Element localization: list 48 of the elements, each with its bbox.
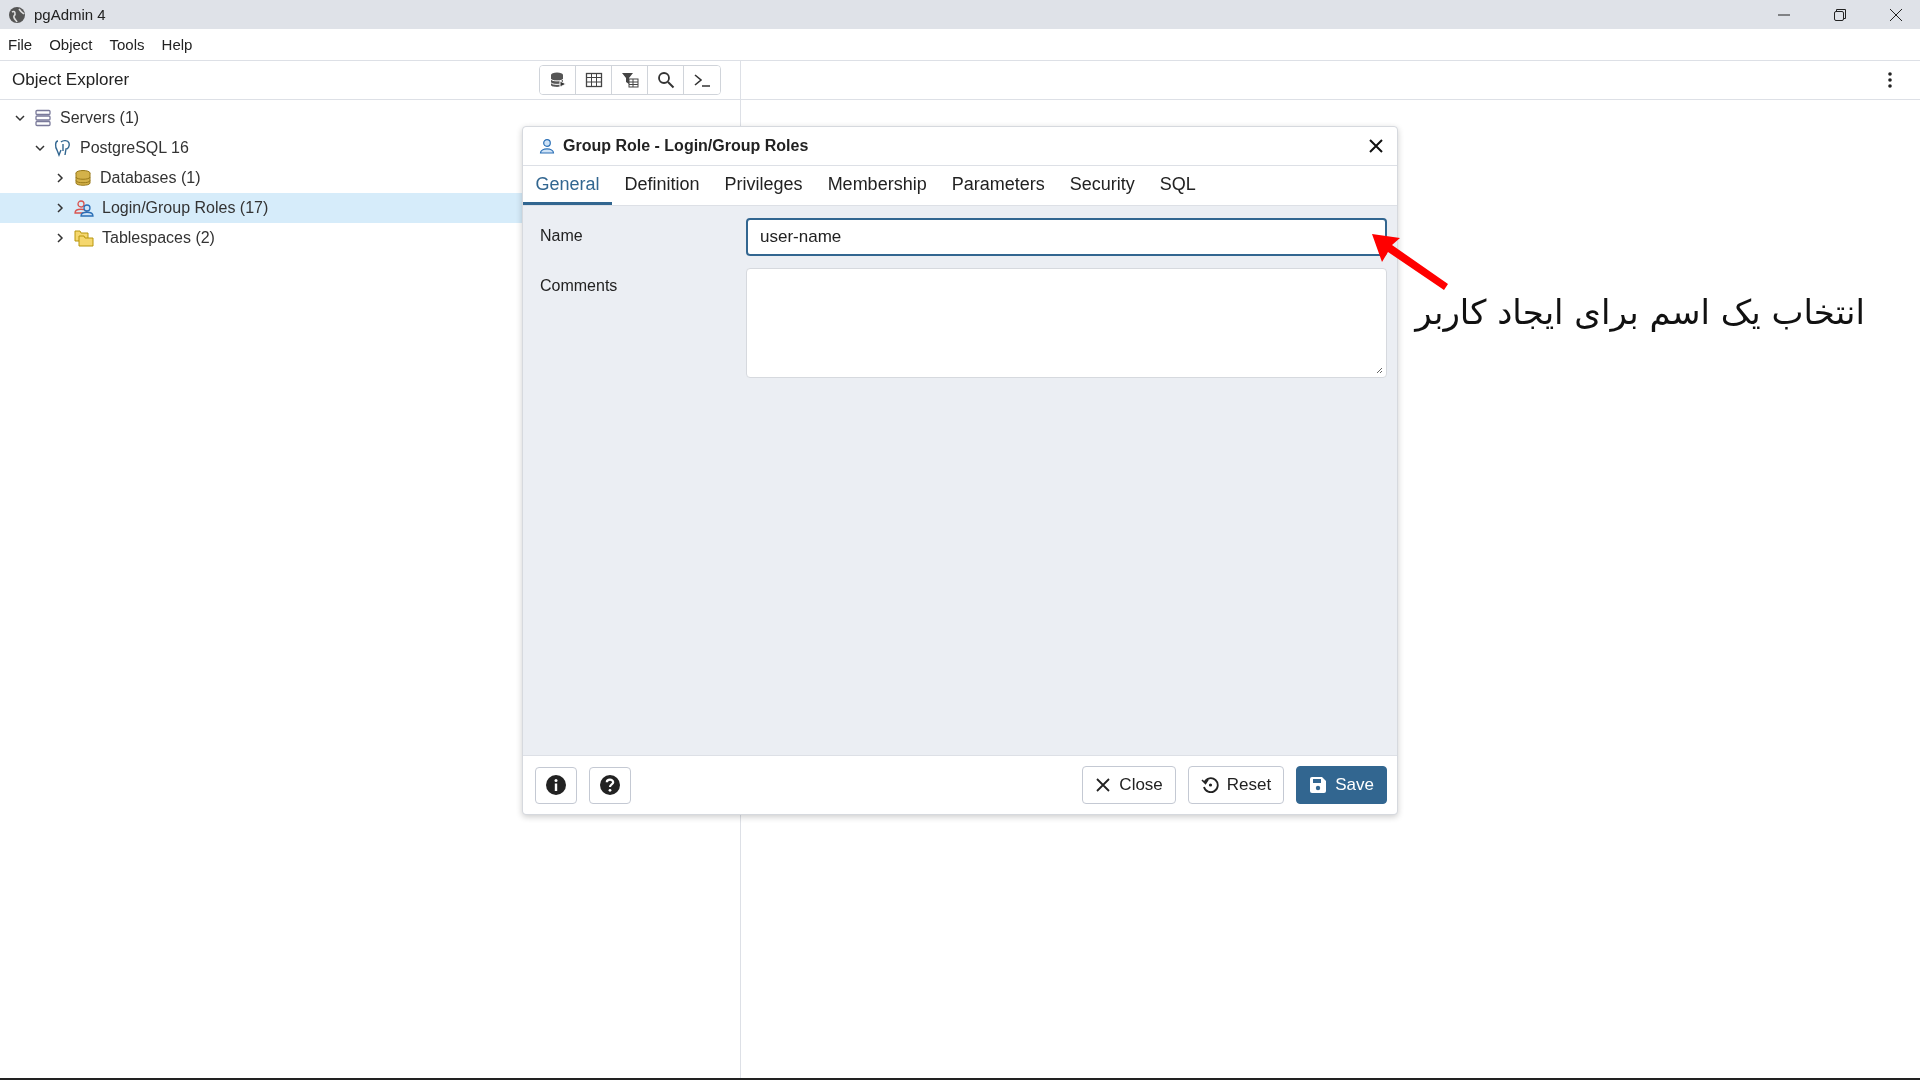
info-icon xyxy=(545,774,567,796)
tab[interactable]: General xyxy=(523,166,613,205)
menu-item[interactable]: Tools xyxy=(109,36,145,53)
field-label: Comments xyxy=(540,276,619,295)
help-button[interactable] xyxy=(589,766,631,804)
panel-title: Object Explorer xyxy=(12,70,130,90)
chevron-down-icon[interactable] xyxy=(34,142,46,154)
help-icon xyxy=(599,774,621,796)
window-title: pgAdmin 4 xyxy=(34,6,106,23)
tab[interactable]: Security xyxy=(1057,166,1148,205)
resize-grip-icon[interactable] xyxy=(1375,366,1383,374)
save-button[interactable]: Save xyxy=(1296,766,1387,804)
user-icon xyxy=(539,138,555,154)
name-input[interactable]: user-name xyxy=(746,218,1387,256)
chevron-right-icon[interactable] xyxy=(54,202,66,214)
menu-item[interactable]: Help xyxy=(161,36,193,53)
close-button[interactable]: Close xyxy=(1082,766,1176,804)
annotation-text: انتخاب یک اسم برای ایجاد کاربر xyxy=(1415,292,1865,332)
tab[interactable]: SQL xyxy=(1147,166,1209,205)
close-icon[interactable] xyxy=(1369,139,1383,153)
globe-icon xyxy=(8,5,26,24)
tree-label: Login/Group Roles (17) xyxy=(102,199,269,217)
chevron-right-icon[interactable] xyxy=(54,232,66,244)
close-icon[interactable] xyxy=(1890,8,1902,21)
field-label: Name xyxy=(540,226,584,245)
dialog-title: Group Role - Login/Group Roles xyxy=(563,137,809,155)
tree-label: Tablespaces (2) xyxy=(102,229,215,247)
menu-item[interactable]: File xyxy=(8,36,33,53)
tree-label: Databases (1) xyxy=(100,169,201,187)
chevron-right-icon[interactable] xyxy=(54,172,66,184)
close-icon xyxy=(1095,777,1112,793)
tree-label: Servers (1) xyxy=(60,109,140,127)
chevron-down-icon[interactable] xyxy=(14,112,26,124)
info-button[interactable] xyxy=(535,766,577,804)
database-icon xyxy=(74,169,92,187)
folders-icon xyxy=(74,229,94,247)
tab[interactable]: Membership xyxy=(815,166,940,205)
tree-label: PostgreSQL 16 xyxy=(80,139,189,157)
users-icon xyxy=(74,199,94,217)
database-query-icon[interactable] xyxy=(540,66,577,94)
tree-item[interactable]: Servers (1) xyxy=(0,103,740,133)
reset-button[interactable]: Reset xyxy=(1187,766,1285,804)
server-stack-icon xyxy=(34,109,52,127)
tab[interactable]: Parameters xyxy=(939,166,1058,205)
more-vertical-icon[interactable] xyxy=(1888,72,1892,88)
restore-icon[interactable] xyxy=(1834,8,1846,21)
undo-icon xyxy=(1200,776,1219,794)
menu-item[interactable]: Object xyxy=(49,36,93,53)
